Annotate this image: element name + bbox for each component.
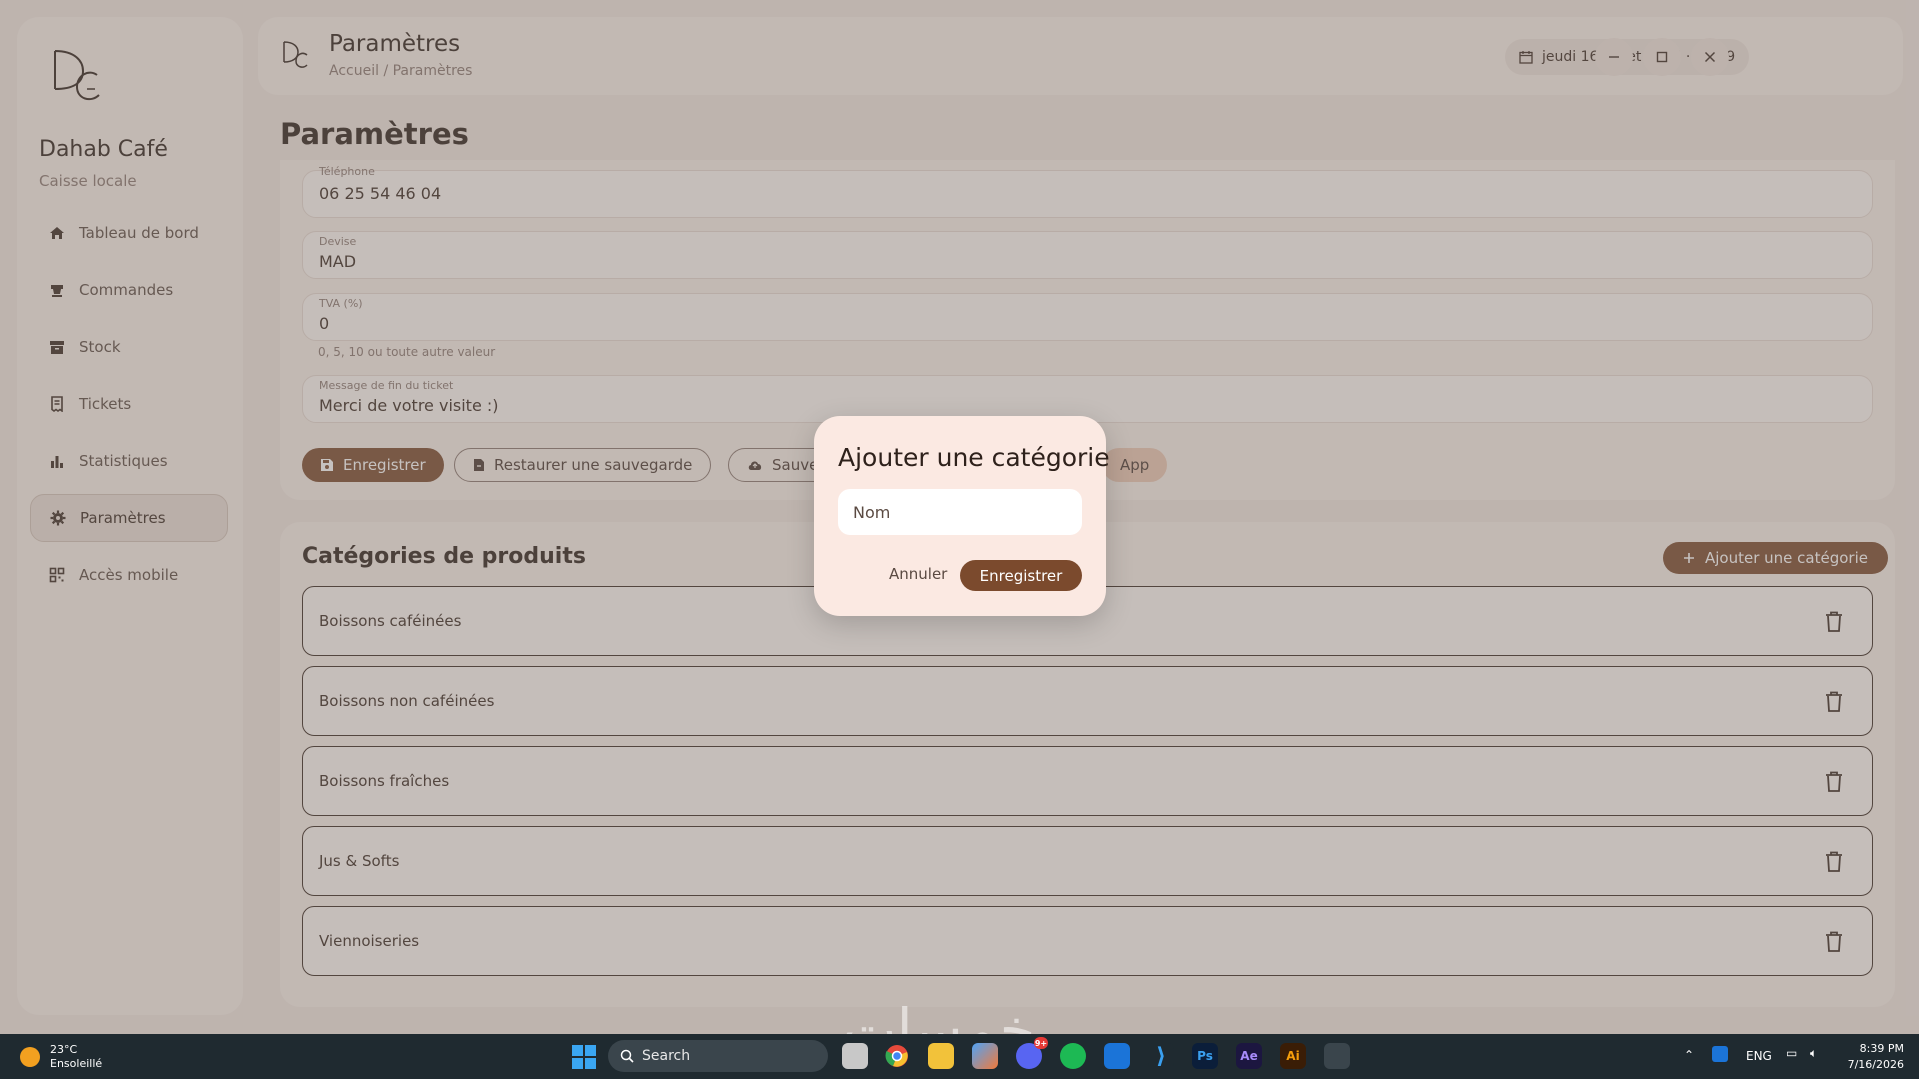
file-explorer-icon[interactable] [928,1043,954,1069]
clock-time: 8:39 PM [1859,1042,1904,1055]
photoshop-icon[interactable]: Ps [1192,1043,1218,1069]
search-label: Search [642,1048,691,1064]
weather-widget[interactable]: 23°C Ensoleillé [20,1043,102,1071]
vscode-icon[interactable]: ⟩ [1148,1043,1174,1069]
taskbar-clock[interactable]: 8:39 PM 7/16/2026 [1838,1041,1904,1073]
cancel-button[interactable]: Annuler [889,565,947,583]
weather-desc: Ensoleillé [50,1057,103,1070]
clock-date: 7/16/2026 [1847,1058,1904,1071]
add-category-dialog: Ajouter une catégorie Annuler Enregistre… [814,416,1110,616]
chrome-icon[interactable] [884,1043,910,1069]
notification-badge: 9+ [1034,1037,1048,1049]
chevron-up-icon[interactable]: ⌃ [1684,1048,1694,1062]
search-icon [620,1049,634,1063]
category-name-input[interactable] [838,489,1082,535]
after-effects-icon[interactable]: Ae [1236,1043,1262,1069]
active-app-icon[interactable] [1324,1043,1350,1069]
copilot-icon[interactable] [972,1043,998,1069]
illustrator-icon[interactable]: Ai [1280,1043,1306,1069]
language-indicator[interactable]: ENG [1746,1049,1772,1063]
sun-icon [20,1047,40,1067]
spotify-icon[interactable] [1060,1043,1086,1069]
windows-taskbar: 23°C Ensoleillé Search 9+ ⟩ Ps Ae Ai ⌃ E… [0,1034,1919,1079]
outlook-tray-icon[interactable] [1712,1046,1728,1062]
task-view-icon[interactable] [842,1043,868,1069]
volume-icon[interactable]: 🔈︎ [1810,1046,1817,1061]
weather-temp: 23°C [50,1043,78,1056]
taskbar-search[interactable]: Search [608,1040,828,1072]
outlook-icon[interactable] [1104,1043,1130,1069]
save-button[interactable]: Enregistrer [960,560,1082,591]
network-icon[interactable]: ▭ [1786,1046,1797,1060]
windows-start-icon[interactable] [572,1045,596,1069]
dialog-title: Ajouter une catégorie [838,443,1110,472]
